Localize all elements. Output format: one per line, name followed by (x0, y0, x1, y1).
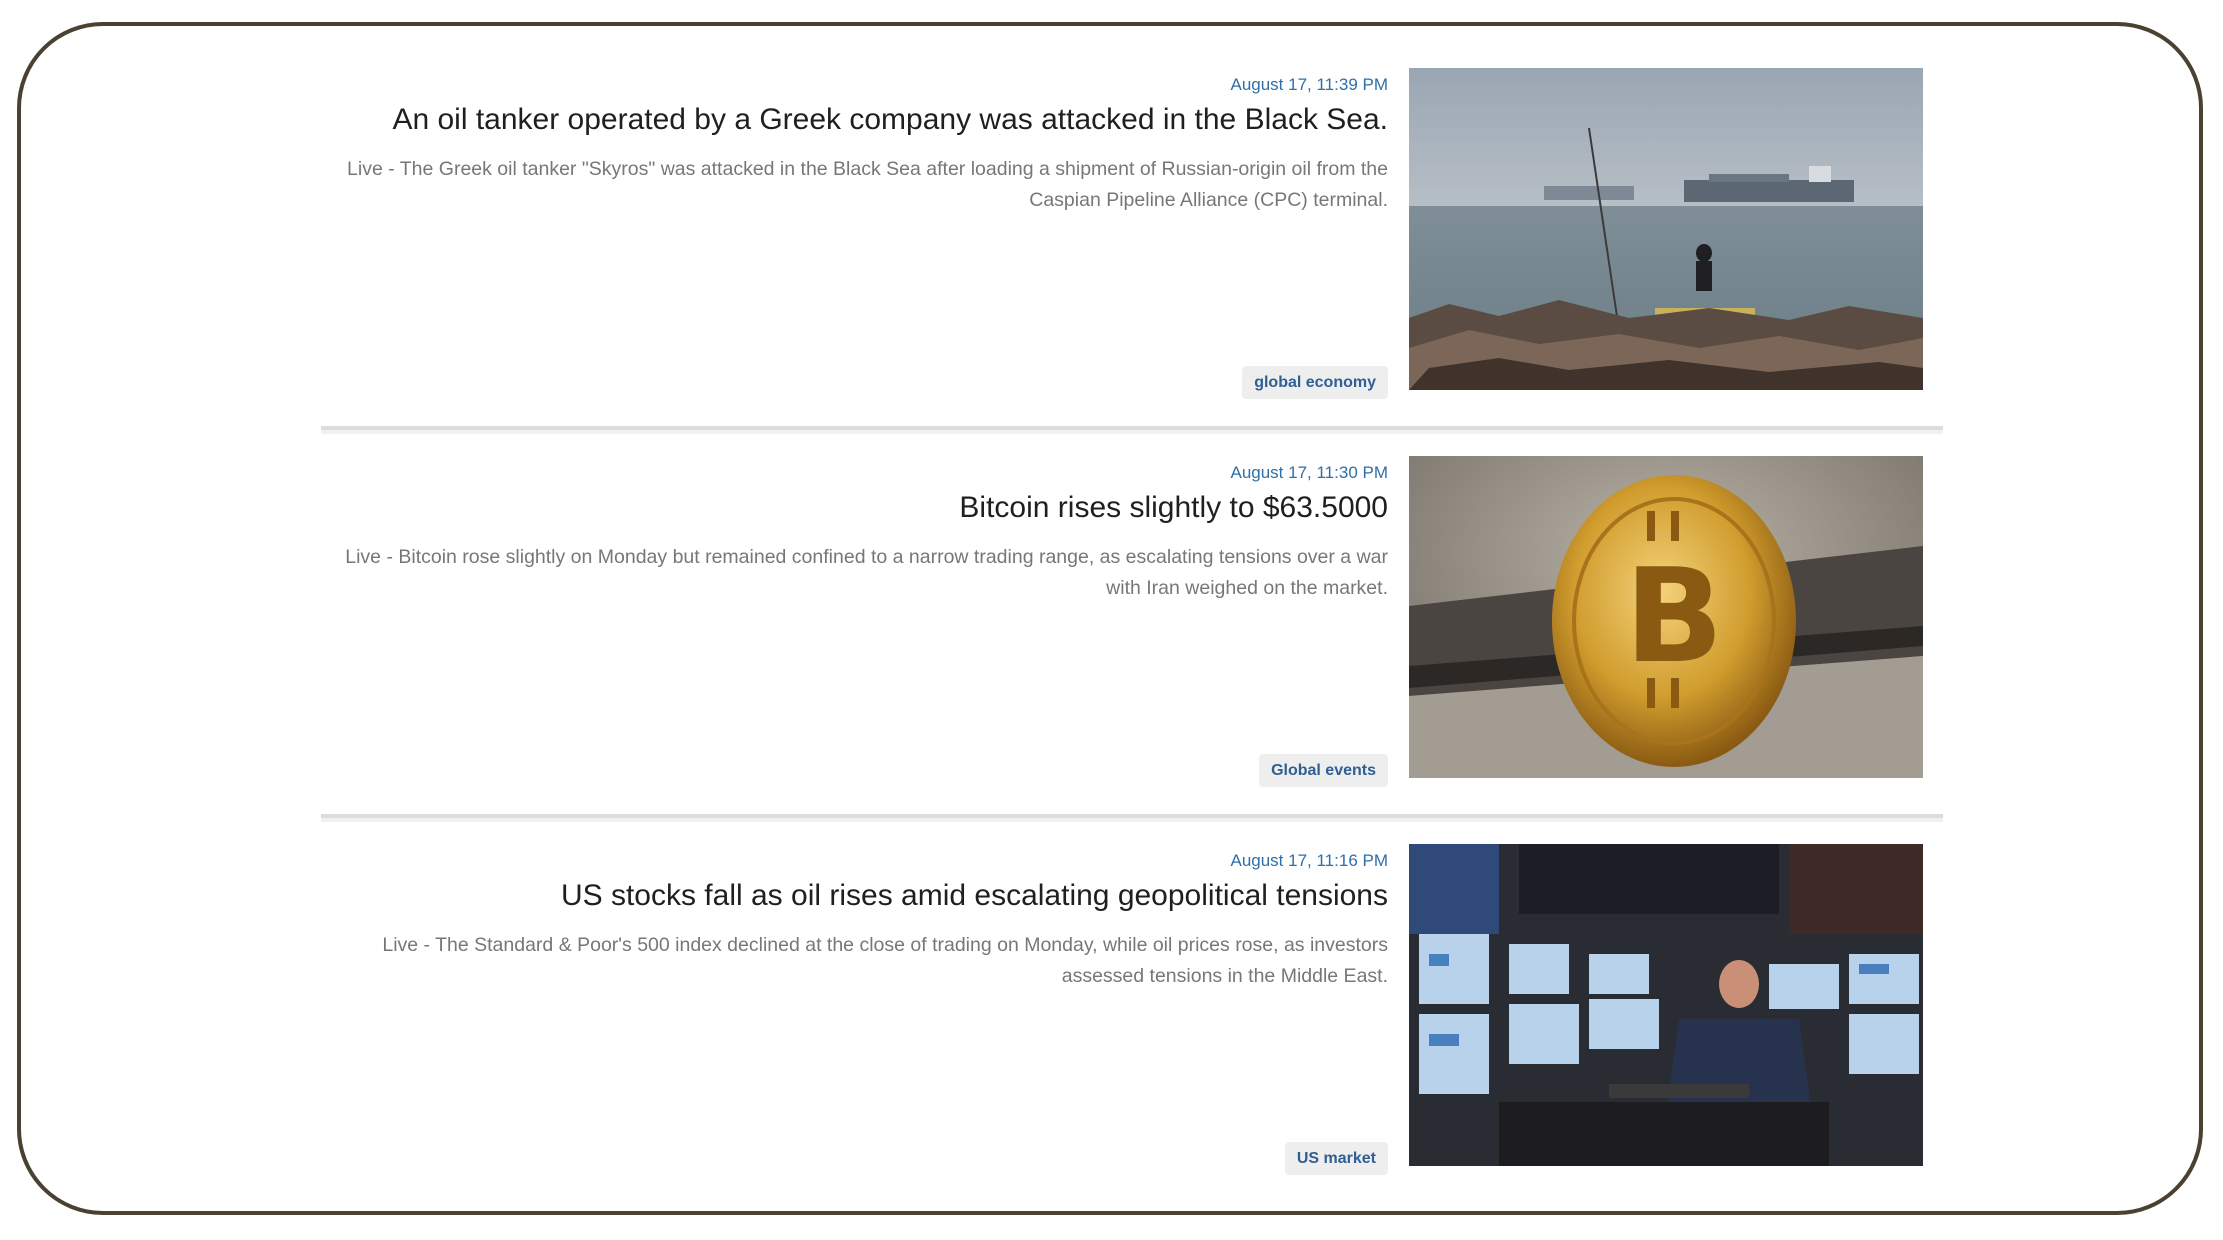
category-tag[interactable]: US market (1284, 1142, 1388, 1175)
article-text: August 17, 11:39 PM An oil tanker operat… (339, 68, 1388, 399)
oil-tanker-thumbnail[interactable] (1409, 68, 1923, 390)
category-tag[interactable]: global economy (1242, 366, 1388, 399)
article-timestamp: August 17, 11:30 PM (1230, 463, 1388, 482)
article-summary: Live - The Standard & Poor's 500 index d… (382, 934, 1388, 987)
news-article: August 17, 11:16 PM US stocks fall as oi… (321, 844, 1943, 1211)
news-feed: August 17, 11:39 PM An oil tanker operat… (321, 68, 1943, 1211)
article-timestamp: August 17, 11:16 PM (1230, 851, 1388, 870)
article-headline-link[interactable]: Bitcoin rises slightly to $63.5000 (959, 491, 1388, 525)
page-frame: August 17, 11:39 PM An oil tanker operat… (17, 22, 2203, 1215)
article-headline-link[interactable]: US stocks fall as oil rises amid escalat… (561, 879, 1388, 913)
article-text: August 17, 11:16 PM US stocks fall as oi… (339, 844, 1388, 1175)
bitcoin-thumbnail[interactable]: B (1409, 456, 1923, 778)
article-summary: Live - Bitcoin rose slightly on Monday b… (345, 546, 1388, 599)
news-article: August 17, 11:39 PM An oil tanker operat… (321, 68, 1943, 456)
stock-exchange-thumbnail[interactable] (1409, 844, 1923, 1166)
article-divider (321, 814, 1943, 822)
news-article: August 17, 11:30 PM Bitcoin rises slight… (321, 456, 1943, 844)
article-text: August 17, 11:30 PM Bitcoin rises slight… (339, 456, 1388, 787)
article-timestamp: August 17, 11:39 PM (1230, 75, 1388, 94)
article-headline-link[interactable]: An oil tanker operated by a Greek compan… (392, 103, 1388, 137)
article-divider (321, 426, 1943, 434)
category-tag[interactable]: Global events (1259, 754, 1388, 787)
article-summary: Live - The Greek oil tanker "Skyros" was… (347, 158, 1388, 211)
svg-text:B: B (1624, 540, 1723, 692)
